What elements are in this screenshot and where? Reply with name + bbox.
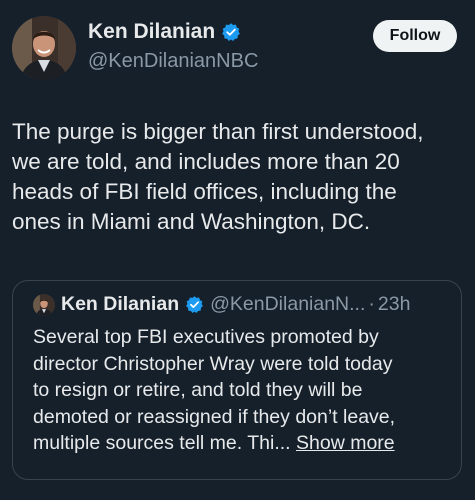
quoted-author-avatar[interactable]	[33, 293, 55, 316]
quoted-tweet-header: Ken Dilanian @KenDilanianN... · 23h	[33, 293, 410, 316]
quoted-text-last-line: multiple sources tell me. Thi... Show mo…	[33, 430, 457, 457]
quoted-author-handle[interactable]: @KenDilanianN...	[210, 293, 365, 316]
follow-button[interactable]: Follow	[373, 20, 457, 52]
quoted-text-line: director Christopher Wray were told toda…	[33, 352, 393, 375]
quoted-tweet-card[interactable]: Ken Dilanian @KenDilanianN... · 23h Seve…	[12, 280, 462, 480]
author-name-row[interactable]: Ken Dilanian	[88, 20, 241, 44]
verified-badge-icon	[221, 22, 241, 42]
author-handle[interactable]: @KenDilanianNBC	[88, 50, 258, 73]
quoted-text-truncated: multiple sources tell me. Thi...	[33, 432, 291, 454]
tweet-text-line: The purge is bigger than first understoo…	[12, 119, 424, 144]
show-more-link[interactable]: Show more	[296, 432, 395, 454]
quoted-author-name[interactable]: Ken Dilanian	[61, 293, 179, 316]
quoted-tweet-timestamp[interactable]: 23h	[378, 293, 411, 316]
quoted-text-line: to resign or retire, and told they will …	[33, 379, 363, 401]
avatar-photo-icon	[12, 16, 76, 80]
tweet-text: The purge is bigger than first understoo…	[12, 117, 472, 237]
avatar-photo-icon	[33, 293, 55, 316]
quoted-tweet-text: Several top FBI executives promoted by d…	[33, 324, 457, 457]
separator-dot: ·	[368, 293, 375, 315]
verified-badge-icon	[185, 295, 204, 314]
tweet-text-line: we are told, and includes more than 20	[12, 149, 400, 174]
author-name[interactable]: Ken Dilanian	[88, 20, 215, 44]
tweet-text-line: heads of FBI field offices, including th…	[12, 179, 397, 204]
author-avatar[interactable]	[12, 16, 76, 80]
tweet: Ken Dilanian @KenDilanianNBC Follow The …	[0, 0, 475, 500]
quoted-text-line: demoted or reassigned if they don’t leav…	[33, 405, 396, 428]
tweet-text-line: ones in Miami and Washington, DC.	[12, 209, 371, 234]
quoted-text-line: Several top FBI executives promoted by	[33, 326, 379, 348]
